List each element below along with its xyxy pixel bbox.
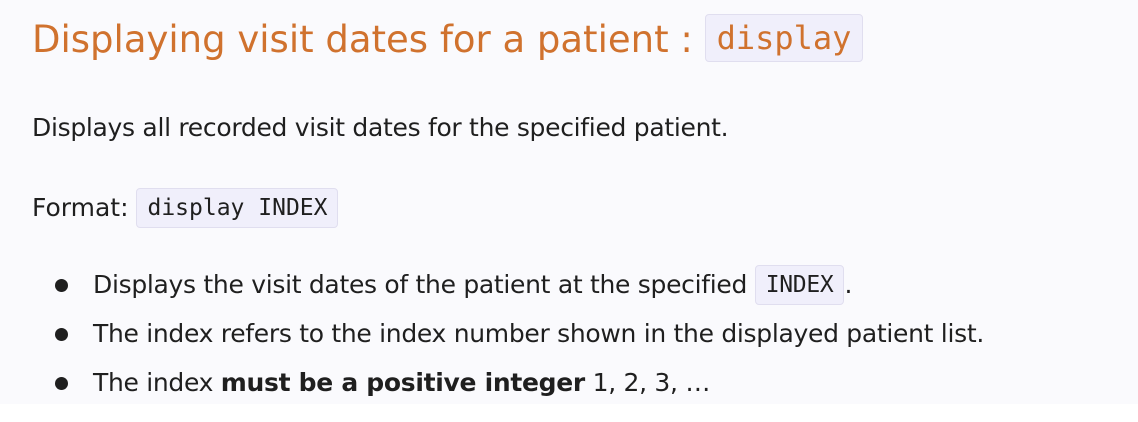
index-code: INDEX	[754, 265, 845, 305]
bullet-text: The index	[93, 368, 221, 397]
list-item: Displays the visit dates of the patient …	[0, 262, 984, 311]
heading-text: Displaying visit dates for a patient :	[32, 18, 705, 61]
format-line: Format: display INDEX	[32, 186, 339, 230]
bullet-text: Displays the visit dates of the patient …	[93, 270, 755, 299]
bullet-text-end: .	[844, 270, 853, 299]
format-label: Format:	[32, 193, 137, 222]
bullet-icon	[55, 377, 68, 390]
bullet-icon	[55, 328, 68, 341]
bullet-icon	[55, 279, 68, 292]
document-section: Displaying visit dates for a patient : d…	[0, 0, 1138, 404]
format-code: display INDEX	[136, 188, 339, 228]
notes-list: Displays the visit dates of the patient …	[0, 262, 984, 409]
heading-command-code: display	[704, 14, 864, 62]
list-item: The index must be a positive integer 1, …	[0, 360, 984, 409]
bullet-text-end: 1, 2, 3, …	[584, 368, 711, 397]
bullet-emphasis: must be a positive integer	[220, 368, 585, 397]
command-description: Displays all recorded visit dates for th…	[32, 113, 729, 142]
list-item: The index refers to the index number sho…	[0, 311, 984, 360]
bullet-text: The index refers to the index number sho…	[93, 319, 984, 348]
section-heading: Displaying visit dates for a patient : d…	[32, 12, 864, 68]
